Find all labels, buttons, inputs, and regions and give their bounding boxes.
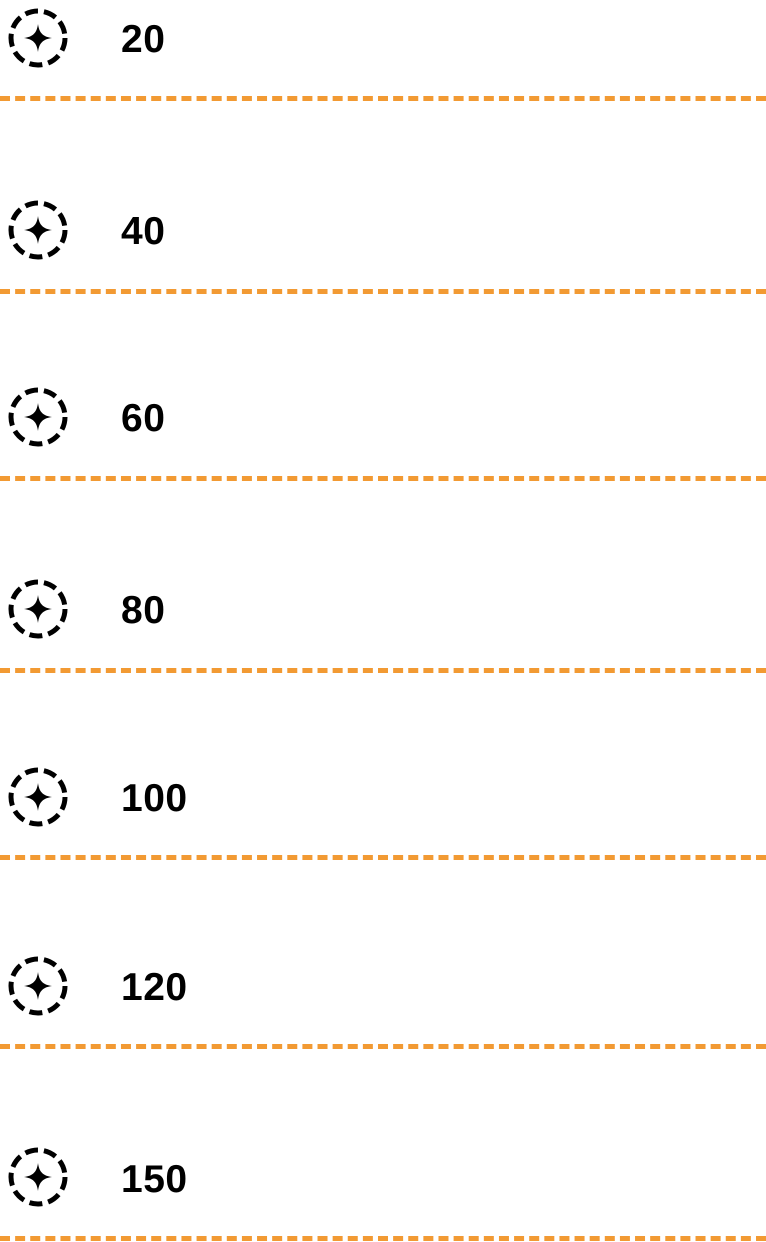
option-label: 40 [121,210,166,253]
sparkle-dashed-circle-icon [6,765,70,829]
row-divider [0,476,766,481]
row-divider [0,1044,766,1049]
option-label: 80 [121,589,166,632]
option-row-100[interactable]: 100 [0,674,766,862]
option-list: 20 40 60 80 100 120 150 [0,0,766,1242]
sparkle-dashed-circle-icon [6,577,70,641]
row-divider [0,855,766,860]
sparkle-dashed-circle-icon [6,385,70,449]
row-divider [0,668,766,673]
option-label: 20 [121,18,166,61]
sparkle-dashed-circle-icon [6,6,70,70]
option-row-150[interactable]: 150 [0,1050,766,1242]
option-row-20[interactable]: 20 [0,0,766,102]
option-label: 100 [121,777,188,820]
option-row-40[interactable]: 40 [0,102,766,294]
option-row-80[interactable]: 80 [0,482,766,674]
option-label: 120 [121,966,188,1009]
sparkle-dashed-circle-icon [6,198,70,262]
sparkle-dashed-circle-icon [6,1145,70,1209]
row-divider [0,1236,766,1241]
option-label: 60 [121,397,166,440]
option-row-120[interactable]: 120 [0,862,766,1050]
option-row-60[interactable]: 60 [0,294,766,482]
sparkle-dashed-circle-icon [6,954,70,1018]
option-label: 150 [121,1158,188,1201]
row-divider [0,96,766,101]
